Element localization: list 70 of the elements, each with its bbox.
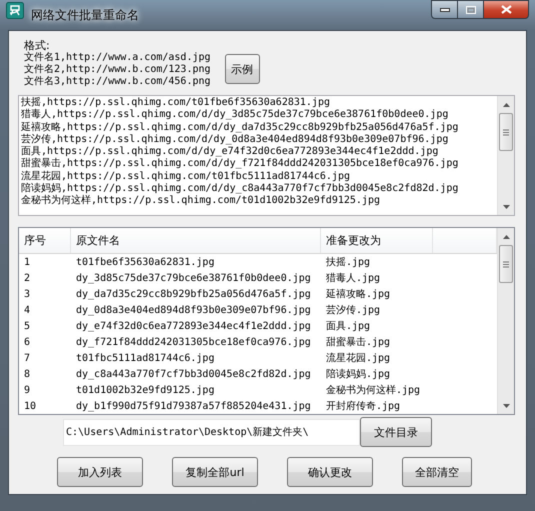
- table-cell-text: t01d1002b32e9fd9125.jpg: [75, 384, 216, 396]
- column-header[interactable]: 准备更改为: [321, 228, 433, 253]
- table-cell-text: dy_f721f84ddd242031305bce18ef0ca976.jpg: [75, 336, 312, 348]
- browse-button[interactable]: 文件目录: [360, 417, 432, 447]
- url-line: 延禧攻略,https://p.ssl.qhimg.com/d/dy_da7d35c29cc8b929bfb25a056d476a5f.jpg: [21, 122, 460, 134]
- action-button[interactable]: 确认更改: [287, 457, 373, 487]
- table-cell-text: 4: [23, 304, 32, 316]
- table-cell-text: dy_0d8a3e404ed894d8f93b0e309e07bf96.jpg: [75, 304, 312, 316]
- column-header[interactable]: 序号: [19, 228, 71, 253]
- table-cell-text: 猎毒人.jpg: [325, 272, 382, 285]
- table-cell-text: 开封府传奇.jpg: [325, 400, 402, 413]
- example-button[interactable]: 示例: [224, 54, 260, 84]
- minimize-icon: [440, 8, 450, 12]
- table-cell-text: dy_da7d35c29cc8b929bfb25a056d476a5f.jpg: [75, 288, 312, 300]
- table-cell-text: dy_3d85c75de37c79bce6e38761f0b0dee0.jpg: [75, 272, 312, 284]
- table-cell-text: 7: [23, 352, 32, 364]
- minimize-button[interactable]: [431, 0, 458, 19]
- format-example-line: 文件名1,http://www.a.com/asd.jpg: [24, 52, 211, 64]
- table-cell-text: dy_e74f32d0c6ea772893e344ec4f1e2ddd.jpg: [75, 320, 312, 332]
- url-line: 扶摇,https://p.ssl.qhimg.com/t01fbe6f35630a62831.jpg: [21, 97, 331, 108]
- url-text-area[interactable]: [18, 95, 515, 216]
- action-button[interactable]: 全部清空: [402, 457, 472, 487]
- table-cell-text: 5: [23, 320, 32, 332]
- grip-icon: [503, 260, 509, 268]
- window-title: 网络文件批量重命名: [31, 7, 139, 24]
- arrow-up-icon: [502, 234, 510, 238]
- format-example-line: 文件名2,http://www.b.com/123.png: [24, 64, 211, 76]
- format-heading: 格式:: [24, 40, 51, 52]
- column-header[interactable]: 原文件名: [71, 228, 321, 253]
- table-cell-text: dy_b1f990d75f91d79387a57f885204e431.jpg: [75, 400, 312, 412]
- table-cell-text: 扶摇.jpg: [325, 256, 372, 269]
- close-icon: [500, 5, 512, 14]
- table-cell-text: dy_c8a443a770f7cf7bb3d0045e8c2fd82d.jpg: [75, 368, 312, 380]
- format-example-line: 文件名3,http://www.b.com/456.png: [24, 76, 211, 88]
- table-cell-text: 面具.jpg: [325, 320, 372, 333]
- table-cell-text: 甜蜜暴击.jpg: [325, 336, 392, 349]
- table-cell-text: 8: [23, 368, 32, 380]
- table-cell-text: 金秘书为何这样.jpg: [325, 384, 422, 397]
- url-line: 甜蜜暴击,https://p.ssl.qhimg.com/d/dy_f721f84ddd242031305bce18ef0ca976.jpg: [21, 158, 460, 170]
- url-line: 面具,https://p.ssl.qhimg.com/d/dy_e74f32d0c6ea772893e344ec4f1e2ddd.jpg: [21, 146, 440, 158]
- url-line: 陪读妈妈,https://p.ssl.qhimg.com/d/dy_c8a443a770f7cf7bb3d0045e8c2fd82d.jpg: [21, 183, 460, 194]
- path-field[interactable]: C:\Users\Administrator\Desktop\新建文件夹\: [63, 418, 360, 446]
- table-cell-text: 延禧攻略.jpg: [325, 288, 392, 301]
- url-line: 流星花园,https://p.ssl.qhimg.com/t01fbc5111ad81744c6.jpg: [21, 170, 351, 182]
- table-cell-text: 3: [23, 288, 32, 300]
- arrow-up-icon: [502, 102, 510, 106]
- table-cell-text: 6: [23, 336, 32, 348]
- close-button[interactable]: [484, 0, 529, 19]
- table-cell-text: 10: [23, 400, 38, 412]
- url-line: 芸汐传,https://p.ssl.qhimg.com/d/dy_0d8a3e404ed894d8f93b0e309e07bf96.jpg: [21, 134, 450, 146]
- table-cell-text: 9: [23, 384, 32, 396]
- table-cell-text: 流星花园.jpg: [325, 352, 392, 365]
- scrollbar-thumb[interactable]: [499, 113, 513, 151]
- maximize-button[interactable]: [458, 0, 484, 19]
- action-button[interactable]: 加入列表: [57, 457, 143, 487]
- table-cell-text: 陪读妈妈.jpg: [325, 368, 392, 381]
- arrow-down-icon: [502, 404, 510, 408]
- action-button[interactable]: 复制全部url: [172, 457, 258, 487]
- scrollbar-thumb[interactable]: [499, 245, 513, 283]
- url-line: 猎毒人,https://p.ssl.qhimg.com/d/dy_3d85c75de37c79bce6e38761f0b0dee0.jpg: [21, 109, 450, 122]
- table-cell-text: 1: [23, 256, 32, 268]
- app-icon: [6, 0, 25, 19]
- table-cell-text: 芸汐传.jpg: [325, 304, 382, 317]
- maximize-icon: [466, 6, 476, 14]
- url-line: 金秘书为何这样,https://p.ssl.qhimg.com/t01d1002b32e9fd9125.jpg: [21, 195, 381, 208]
- table-cell-text: t01fbe6f35630a62831.jpg: [75, 256, 216, 268]
- arrow-down-icon: [502, 204, 510, 208]
- table-cell-text: t01fbc5111ad81744c6.jpg: [75, 352, 216, 364]
- table-cell-text: 2: [23, 272, 32, 284]
- grip-icon: [503, 128, 509, 136]
